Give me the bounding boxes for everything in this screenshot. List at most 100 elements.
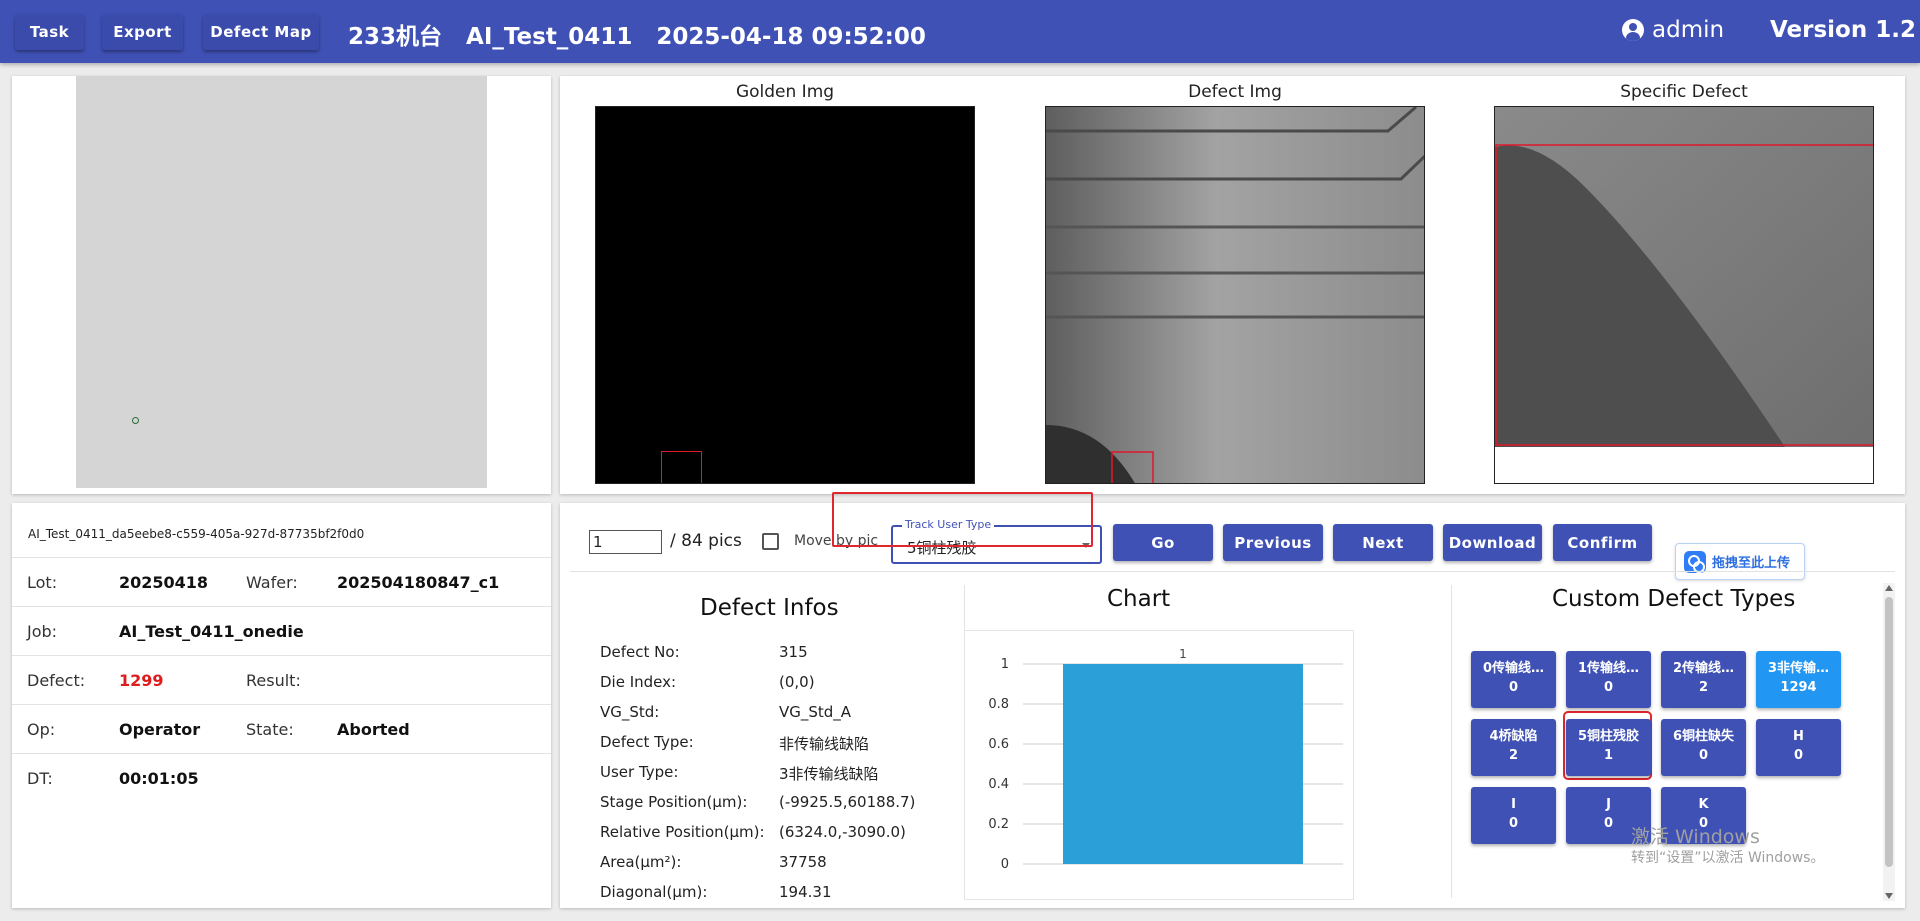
scrollbar[interactable] [1883, 583, 1895, 901]
defect-info-value: 315 [779, 643, 808, 661]
defect-info-label: Area(μm²): [600, 853, 682, 871]
defect-type-name: 1传输线… [1577, 661, 1640, 676]
lot-info-panel: AI_Test_0411_da5eebe8-c559-405a-927d-877… [12, 503, 551, 908]
page-number-input[interactable]: 1 [589, 530, 662, 554]
export-button[interactable]: Export [102, 14, 183, 50]
defect-type-count: 2 [1508, 748, 1519, 763]
defect-type-button[interactable]: 5铜柱残胶 1 [1566, 719, 1651, 776]
defect-type-count: 0 [1603, 680, 1614, 695]
wafer-map-canvas[interactable] [76, 76, 487, 488]
section-divider [1451, 585, 1452, 898]
state-value: Aborted [337, 720, 410, 739]
op-label: Op: [27, 720, 56, 739]
defect-type-button[interactable]: I0 [1471, 787, 1556, 844]
info-row-op: Op: Operator State: Aborted [12, 704, 551, 753]
defect-count-value: 1299 [119, 671, 164, 690]
defect-type-name: 0传输线… [1482, 661, 1545, 676]
defect-type-name: I [1511, 797, 1516, 812]
defect-type-name: K [1698, 797, 1709, 812]
info-row-dt: DT: 00:01:05 [12, 753, 551, 802]
job-label: Job: [27, 622, 58, 641]
go-button[interactable]: Go [1113, 524, 1213, 561]
defect-type-button[interactable]: 3非传输… 1294 [1756, 651, 1841, 708]
defect-type-button[interactable]: 2传输线… 2 [1661, 651, 1746, 708]
wafer-value: 202504180847_c1 [337, 573, 500, 592]
defect-region-box [661, 451, 702, 483]
drag-upload-widget[interactable]: 拖拽至此上传 [1675, 543, 1805, 580]
defect-type-button[interactable]: 4桥缺陷 2 [1471, 719, 1556, 776]
defect-info-label: Stage Position(μm): [600, 793, 748, 811]
golden-img-title: Golden Img [735, 82, 835, 102]
previous-button[interactable]: Previous [1223, 524, 1323, 561]
defect-type-name: 4桥缺陷 [1489, 729, 1538, 744]
op-value: Operator [119, 720, 201, 739]
defect-type-button[interactable]: 0传输线… 0 [1471, 651, 1556, 708]
y-tick-label: 1 [1001, 657, 1009, 672]
lot-label: Lot: [27, 573, 58, 592]
defect-image[interactable] [1045, 106, 1425, 484]
job-value: AI_Test_0411_onedie [119, 622, 304, 641]
info-row-job: Job: AI_Test_0411_onedie [12, 606, 551, 655]
defect-map-button[interactable]: Defect Map [203, 14, 319, 50]
defect-type-count: 0 [1793, 748, 1804, 763]
bar-chart: 0 0.2 0.4 0.6 0.8 1 1 [988, 647, 1343, 872]
page-total: / 84 pics [670, 531, 742, 551]
defect-info-label: Die Index: [600, 673, 677, 691]
user-menu[interactable]: admin [1622, 17, 1724, 43]
download-button[interactable]: Download [1443, 524, 1542, 561]
wafer-map-panel [12, 76, 551, 494]
task-button[interactable]: Task [15, 14, 84, 50]
defect-info-label: VG_Std: [600, 703, 660, 721]
version-label: Version 1.2 [1770, 17, 1916, 43]
account-circle-icon [1622, 19, 1644, 41]
defect-type-name: 6铜柱缺失 [1672, 729, 1735, 744]
defect-marker[interactable] [132, 417, 139, 424]
defect-info-value: 194.31 [779, 883, 832, 901]
defect-type-count: 0 [1508, 816, 1519, 831]
windows-activation-watermark: 激活 Windows 转到“设置”以激活 Windows。 [1631, 827, 1824, 869]
defect-info-value: 非传输线缺陷 [779, 735, 870, 753]
top-app-bar: Task Export Defect Map 233机台 AI_Test_041… [0, 0, 1920, 63]
scroll-down-icon[interactable] [1885, 893, 1893, 899]
state-label: State: [246, 720, 294, 739]
specific-defect-title: Specific Defect [1620, 82, 1748, 102]
y-tick-label: 0.2 [988, 817, 1009, 832]
golden-image[interactable] [595, 106, 975, 484]
info-row-lot: Lot: 20250418 Wafer: 202504180847_c1 [12, 557, 551, 606]
defect-info-value: (6324.0,-3090.0) [779, 823, 906, 841]
confirm-button[interactable]: Confirm [1553, 524, 1652, 561]
defect-info-label: User Type: [600, 763, 679, 781]
defect-type-button[interactable]: 6铜柱缺失 0 [1661, 719, 1746, 776]
defect-type-name: 5铜柱残胶 [1577, 729, 1640, 744]
specific-defect-picture [1495, 107, 1873, 448]
cloud-upload-icon [1684, 550, 1706, 573]
defect-info-value: 3非传输线缺陷 [779, 765, 879, 783]
result-label: Result: [246, 671, 301, 690]
defect-info-label: Relative Position(μm): [600, 823, 765, 841]
defect-type-count: 0 [1698, 748, 1709, 763]
y-tick-label: 0.8 [988, 697, 1009, 712]
scrollbar-thumb[interactable] [1885, 597, 1893, 867]
defect-type-button[interactable]: 1传输线… 0 [1566, 651, 1651, 708]
defect-info-value: (0,0) [779, 673, 815, 691]
user-name: admin [1652, 17, 1725, 43]
page-title: 233机台 AI_Test_0411 2025-04-18 09:52:00 [348, 24, 926, 50]
scroll-up-icon[interactable] [1885, 585, 1893, 591]
chart-bar[interactable] [1063, 664, 1303, 864]
defect-type-button[interactable]: H0 [1756, 719, 1841, 776]
defect-label: Defect: [27, 671, 86, 690]
upload-label: 拖拽至此上传 [1712, 556, 1791, 571]
info-row-defect: Defect: 1299 Result: [12, 655, 551, 704]
toolbar-divider [570, 571, 1895, 572]
move-by-pic-checkbox[interactable] [762, 533, 779, 550]
defect-type-name: 3非传输… [1767, 661, 1830, 676]
defect-type-count: 1 [1603, 748, 1614, 763]
defect-info-value: VG_Std_A [779, 703, 852, 721]
next-button[interactable]: Next [1333, 524, 1433, 561]
specific-defect-image[interactable] [1494, 106, 1874, 484]
defect-image-picture [1046, 107, 1424, 483]
defect-info-value: (-9925.5,60188.7) [779, 793, 916, 811]
defect-type-count: 0 [1508, 680, 1519, 695]
y-tick-label: 0.6 [988, 737, 1009, 752]
dt-value: 00:01:05 [119, 769, 199, 788]
